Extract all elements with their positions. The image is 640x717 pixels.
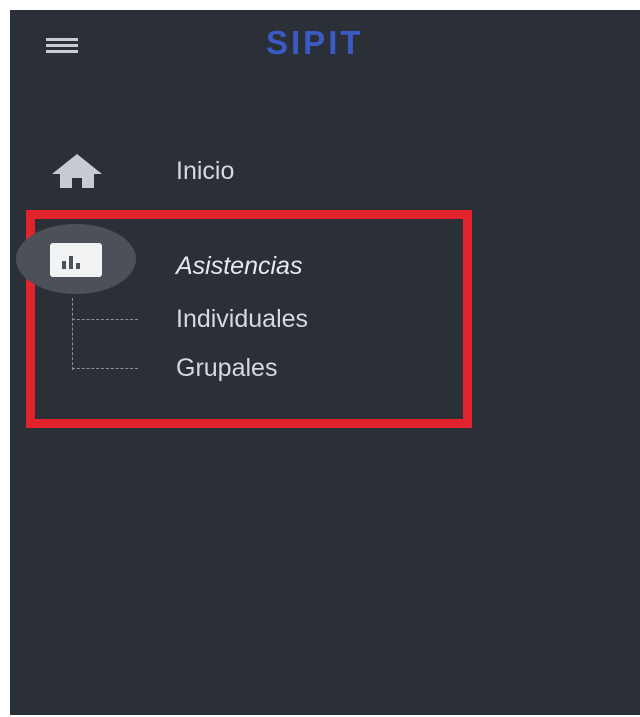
submenu-item-label: Grupales <box>176 354 278 382</box>
nav-item-label: Inicio <box>176 157 235 185</box>
tree-connector <box>72 368 138 369</box>
submenu-item-grupales[interactable]: Grupales <box>72 348 452 388</box>
tree-connector <box>72 319 138 320</box>
bar-chart-icon <box>50 243 102 277</box>
app-title[interactable]: SIPIT <box>266 24 364 62</box>
nav-item-asistencias[interactable]: Asistencias <box>10 224 470 296</box>
nav-item-label: Asistencias <box>176 252 303 280</box>
home-icon <box>52 154 102 188</box>
submenu-item-individuales[interactable]: Individuales <box>72 299 452 339</box>
sidebar: SIPIT Inicio Asistencias Individuales Gr… <box>10 10 640 715</box>
nav-item-inicio[interactable]: Inicio <box>10 142 470 198</box>
submenu-item-label: Individuales <box>176 305 309 333</box>
hamburger-menu-icon[interactable] <box>46 34 78 54</box>
sidebar-header: SIPIT <box>10 10 640 80</box>
